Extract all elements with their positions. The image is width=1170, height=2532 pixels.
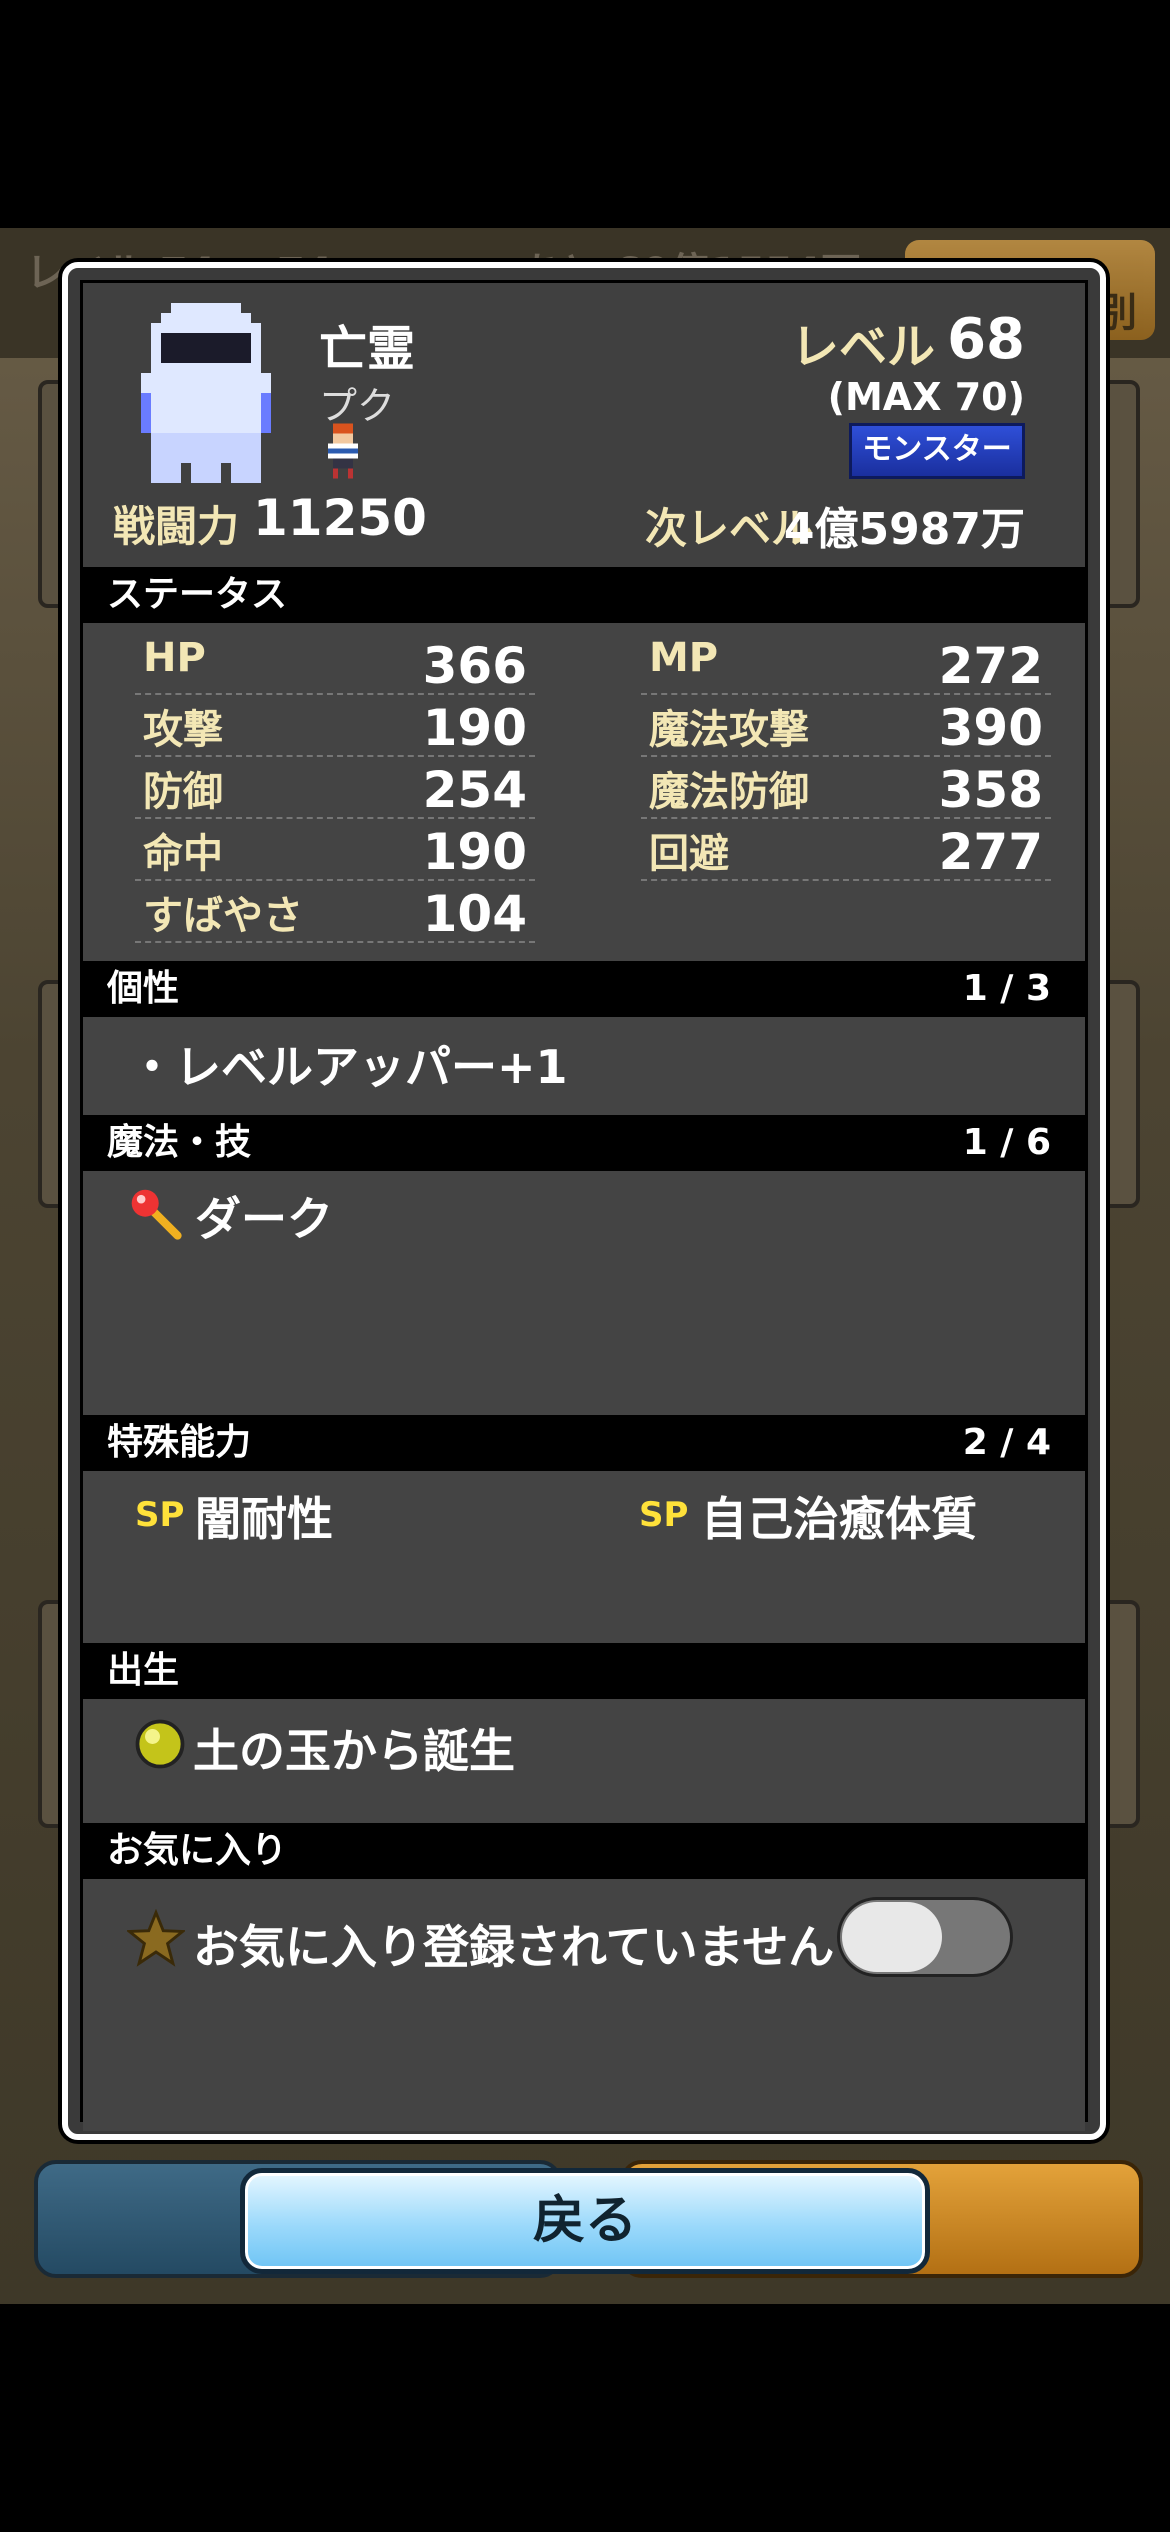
origin-text: 土の玉から誕生	[193, 1724, 515, 1778]
skills-title: 魔法・技	[107, 1122, 252, 1163]
level-value: 68	[947, 307, 1025, 372]
stat-row: 魔法防御 358	[641, 755, 1051, 819]
special-section-header: 特殊能力 2 / 4	[83, 1415, 1085, 1471]
ghost-sprite-icon	[141, 303, 271, 483]
status-section: HP 366 攻撃 190 防御 254 命中 190 すばやさ 104 MP 272 魔法…	[83, 623, 1085, 961]
skills-count: 1 / 6	[962, 1122, 1051, 1163]
stat-label: 回避	[649, 831, 729, 877]
stat-row: 命中 190	[135, 817, 535, 881]
traits-section-header: 個性 1 / 3	[83, 961, 1085, 1017]
stat-label: 魔法防御	[649, 769, 809, 815]
special-title: 特殊能力	[107, 1422, 252, 1463]
favorite-title: お気に入り	[107, 1830, 288, 1871]
skills-section: ダーク	[83, 1171, 1085, 1415]
type-badge: モンスター	[849, 423, 1025, 479]
owner-character-icon	[328, 423, 358, 479]
stat-label: 防御	[143, 769, 223, 815]
stat-row: 攻撃 190	[135, 693, 535, 757]
power-value: 11250	[253, 489, 427, 547]
traits-title: 個性	[107, 968, 180, 1009]
favorite-status-text: お気に入り登録されていません	[193, 1920, 835, 1974]
stat-label: MP	[649, 635, 719, 681]
stat-row: HP 366	[135, 631, 535, 695]
favorite-section-header: お気に入り	[83, 1823, 1085, 1879]
sp-icon: SP	[639, 1495, 689, 1535]
status-section-header: ステータス	[83, 567, 1085, 623]
special-ability-item[interactable]: 闇耐性	[195, 1483, 333, 1549]
stat-label: 命中	[143, 831, 223, 877]
traits-count: 1 / 3	[962, 968, 1051, 1009]
dialog-content: 亡霊 プク レベル 68 (MAX 70) モンスター 戦闘力 11250 次レ…	[80, 280, 1088, 2131]
stat-value: 272	[938, 637, 1043, 695]
monster-detail-dialog: 亡霊 プク レベル 68 (MAX 70) モンスター 戦闘力 11250 次レ…	[62, 262, 1106, 2140]
level-label: レベル	[791, 319, 936, 375]
stat-value: 254	[422, 761, 527, 819]
next-level-exp: 4億5987万	[783, 504, 1025, 555]
stat-row: 防御 254	[135, 755, 535, 819]
monster-reading: プク	[319, 384, 396, 428]
traits-section: ・レベルアッパー+1	[83, 1017, 1085, 1115]
max-level: (MAX 70)	[827, 375, 1025, 419]
stat-label: HP	[143, 635, 206, 681]
star-icon	[127, 1909, 185, 1967]
favorite-section: お気に入り登録されていません	[83, 1879, 1085, 2131]
stat-value: 190	[422, 699, 527, 757]
power-label: 戦闘力	[113, 502, 240, 551]
stat-label: 攻撃	[143, 707, 223, 753]
toggle-knob	[842, 1902, 942, 1972]
stat-row: MP 272	[641, 631, 1051, 695]
favorite-toggle[interactable]	[837, 1897, 1013, 1977]
stat-row: 回避 277	[641, 817, 1051, 881]
stat-label: すばやさ	[143, 893, 303, 939]
stat-value: 358	[938, 761, 1043, 819]
trait-item: ・レベルアッパー+1	[129, 1040, 568, 1094]
stat-label: 魔法攻撃	[649, 707, 809, 753]
stat-row: すばやさ 104	[135, 879, 535, 943]
stat-value: 390	[938, 699, 1043, 757]
origin-section: 土の玉から誕生	[83, 1699, 1085, 1823]
skill-item[interactable]: ダーク	[195, 1183, 333, 1249]
special-section: SP 闇耐性 SP 自己治癒体質	[83, 1471, 1085, 1643]
stat-value: 190	[422, 823, 527, 881]
earth-orb-icon	[135, 1719, 185, 1769]
sp-icon: SP	[135, 1495, 185, 1535]
stat-value: 366	[422, 637, 527, 695]
wand-icon	[131, 1189, 182, 1240]
stat-value: 104	[422, 885, 527, 943]
monster-name: 亡霊	[319, 321, 416, 377]
character-header: 亡霊 プク レベル 68 (MAX 70) モンスター 戦闘力 11250 次レ…	[83, 283, 1085, 567]
special-count: 2 / 4	[962, 1422, 1051, 1463]
origin-title: 出生	[107, 1650, 180, 1691]
special-ability-item[interactable]: 自己治癒体質	[701, 1483, 977, 1549]
stat-row: 魔法攻撃 390	[641, 693, 1051, 757]
status-title: ステータス	[107, 574, 288, 615]
skills-section-header: 魔法・技 1 / 6	[83, 1115, 1085, 1171]
back-button[interactable]: 戻る	[240, 2168, 930, 2274]
origin-section-header: 出生	[83, 1643, 1085, 1699]
stat-value: 277	[938, 823, 1043, 881]
